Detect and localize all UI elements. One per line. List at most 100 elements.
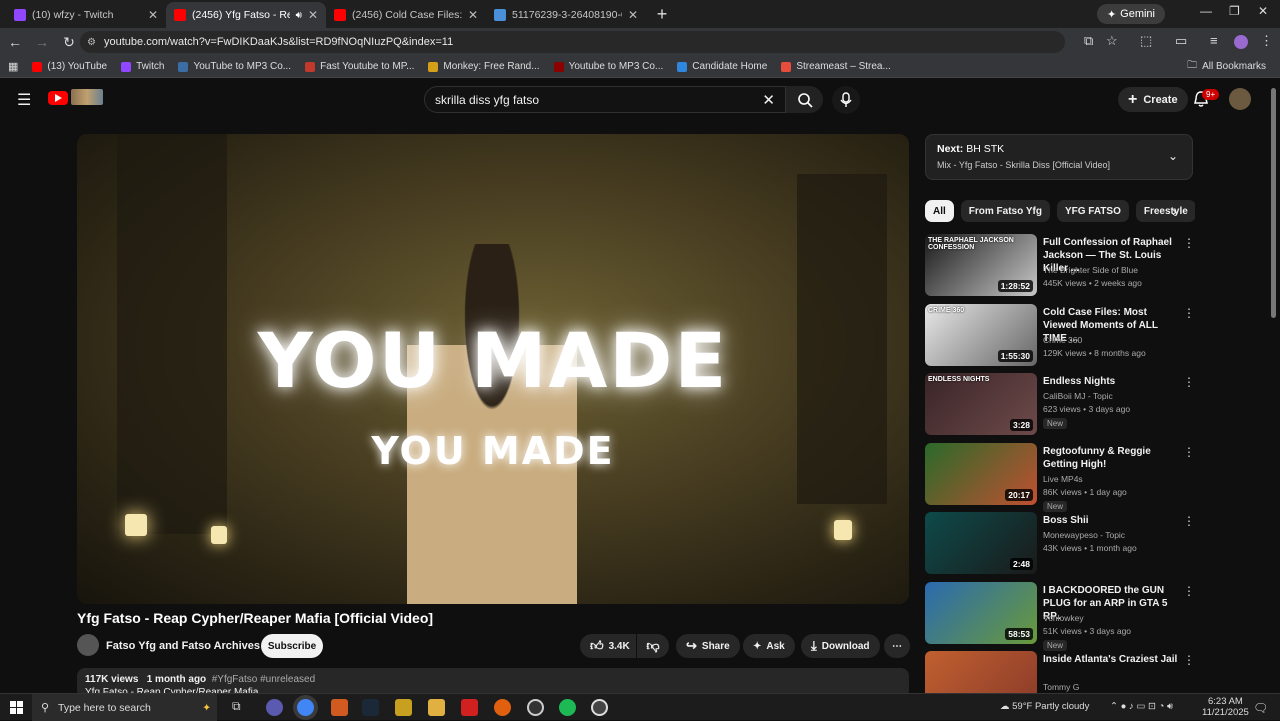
filter-chip[interactable]: All <box>925 200 954 222</box>
apps-grid-icon[interactable]: ▦ <box>8 60 18 73</box>
url-field[interactable]: ⚙ youtube.com/watch?v=FwDIKDaaKJs&list=R… <box>80 31 1065 53</box>
bookmark-item[interactable]: Twitch <box>121 61 164 72</box>
gemini-button[interactable]: ✦ Gemini <box>1096 4 1165 24</box>
browser-tab[interactable]: 51176239-3-26408190-0.webp ✕ <box>486 2 646 28</box>
chevron-down-icon[interactable]: ⌄ <box>1168 149 1178 163</box>
more-options-kebab-icon[interactable]: ⋮ <box>1183 306 1195 320</box>
recommended-video[interactable]: THE RAPHAEL JACKSON CONFESSION 1:28:52 Ful… <box>925 234 1195 298</box>
video-thumbnail[interactable]: THE RAPHAEL JACKSON CONFESSION 1:28:52 <box>925 234 1037 296</box>
tab-close-icon[interactable]: ✕ <box>308 8 318 22</box>
recommended-channel[interactable]: Vonlowkey <box>1043 613 1084 623</box>
spotify-taskbar-icon[interactable] <box>559 699 576 716</box>
clear-search-icon[interactable]: ✕ <box>762 91 775 109</box>
bookmark-item[interactable]: Streameast – Strea... <box>781 61 891 72</box>
extensions-icon[interactable]: ⬚ <box>1140 33 1152 49</box>
browser-tab[interactable]: (2456) Yfg Fatso - Reap Cyp 🔊︎ ✕ <box>166 2 326 28</box>
recommended-channel[interactable]: Crime 360 <box>1043 335 1082 345</box>
more-options-kebab-icon[interactable]: ⋮ <box>1183 236 1195 250</box>
minimize-button[interactable]: — <box>1200 4 1212 18</box>
more-options-kebab-icon[interactable]: ⋮ <box>1183 653 1195 667</box>
browser-tab[interactable]: (10) wfzy - Twitch ✕ <box>6 2 166 28</box>
create-button[interactable]: + Create <box>1118 87 1188 112</box>
profile-avatar[interactable] <box>1234 35 1248 49</box>
dislike-button[interactable]: 👎︎ <box>637 634 669 658</box>
tab-close-icon[interactable]: ✕ <box>468 8 478 22</box>
tab-close-icon[interactable]: ✕ <box>628 8 638 22</box>
app-taskbar-icon-4[interactable] <box>494 699 511 716</box>
bookmark-item[interactable]: Youtube to MP3 Co... <box>553 61 663 72</box>
download-button[interactable]: ⤓ Download <box>801 634 880 658</box>
taskbar-search-box[interactable]: ⚲ Type here to search ✦ <box>32 694 217 721</box>
reload-icon[interactable]: ↻ <box>57 30 81 54</box>
channel-avatar[interactable] <box>77 634 99 656</box>
filter-chip[interactable]: Freestyle <box>1135 200 1195 222</box>
recommended-video[interactable]: 20:17 Regtoofunny & Reggie Getting High! L… <box>925 442 1195 512</box>
install-icon[interactable]: ⧉ <box>1084 33 1093 49</box>
voice-search-button[interactable] <box>832 86 860 114</box>
discord-taskbar-icon[interactable] <box>266 699 283 716</box>
recommended-title[interactable]: Regtoofunny & Reggie Getting High! <box>1043 445 1179 471</box>
hashtags[interactable]: #YfgFatso #unreleased <box>212 674 315 685</box>
menu-kebab-icon[interactable]: ⋮ <box>1260 33 1273 49</box>
system-tray-icons[interactable]: ⌃ ● ♪ ▭ ⊡ ◔ 🔊︎ <box>1110 701 1173 712</box>
chrome-taskbar-icon[interactable] <box>297 699 314 716</box>
recommended-title[interactable]: Endless Nights <box>1043 375 1179 388</box>
account-avatar[interactable] <box>1229 88 1251 110</box>
recommended-channel[interactable]: The Brighter Side of Blue <box>1043 265 1138 275</box>
bookmark-item[interactable]: Candidate Home <box>677 61 767 72</box>
bookmark-star-icon[interactable]: ☆ <box>1106 33 1118 49</box>
steam-taskbar-icon[interactable] <box>362 699 379 716</box>
recommended-channel[interactable]: CaliBoii MJ - Topic <box>1043 391 1113 401</box>
media-player-taskbar-icon[interactable] <box>591 699 608 716</box>
notifications-icon[interactable]: 🗨︎ <box>1253 701 1268 715</box>
windows-start-icon[interactable] <box>10 701 23 714</box>
search-input[interactable]: skrilla diss yfg fatso ✕ <box>424 86 786 113</box>
recommended-channel[interactable]: Tommy G <box>1043 682 1079 692</box>
app-taskbar-icon[interactable] <box>331 699 348 716</box>
more-options-kebab-icon[interactable]: ⋮ <box>1183 514 1195 528</box>
video-thumbnail[interactable]: ENDLESS NIGHTS 3:28 <box>925 373 1037 435</box>
video-thumbnail[interactable]: CRIME 360 1:55:30 <box>925 303 1037 366</box>
hamburger-menu-icon[interactable]: ☰ <box>17 90 31 110</box>
ask-button[interactable]: ✦ Ask <box>743 634 795 658</box>
next-up-panel[interactable]: Next: BH STK Mix - Yfg Fatso - Skrilla D… <box>925 134 1193 180</box>
more-actions-button[interactable]: ⋯ <box>884 634 910 658</box>
video-thumbnail[interactable]: 58:53 <box>925 581 1037 644</box>
page-scrollbar[interactable] <box>1271 88 1276 318</box>
more-options-kebab-icon[interactable]: ⋮ <box>1183 375 1195 389</box>
bookmark-item[interactable]: Fast Youtube to MP... <box>305 61 414 72</box>
bookmark-item[interactable]: Monkey: Free Rand... <box>428 61 540 72</box>
chips-next-arrow-icon[interactable]: › <box>1172 203 1177 219</box>
app-taskbar-icon-2[interactable] <box>395 699 412 716</box>
close-window-button[interactable]: ✕ <box>1258 4 1268 18</box>
like-button[interactable]: 👍︎ 3.4K <box>580 634 636 658</box>
video-player[interactable]: YOU MADE YOU MADE <box>77 134 909 604</box>
back-icon[interactable]: ← <box>3 30 27 54</box>
video-thumbnail[interactable]: 20:17 <box>925 442 1037 505</box>
channel-name[interactable]: Fatso Yfg and Fatso Archives <box>106 640 260 652</box>
recommended-video[interactable]: 58:53 I BACKDOORED the GUN PLUG for an AR… <box>925 581 1195 651</box>
recommended-video[interactable]: CRIME 360 1:55:30 Cold Case Files: Most Vi… <box>925 303 1195 368</box>
recommended-video[interactable]: ENDLESS NIGHTS 3:28 Endless Nights CaliBoii… <box>925 373 1195 437</box>
weather-widget[interactable]: ☁ 59°F Partly cloudy <box>1000 701 1089 712</box>
all-bookmarks[interactable]: 🗀 All Bookmarks <box>1187 58 1266 75</box>
new-tab-button[interactable]: + <box>650 2 674 26</box>
recommended-title[interactable]: Inside Atlanta's Craziest Jail <box>1043 653 1179 666</box>
browser-tab[interactable]: (2456) Cold Case Files: 9-Year-O ✕ <box>326 2 486 28</box>
tab-close-icon[interactable]: ✕ <box>148 8 158 22</box>
speaker-icon[interactable]: 🔊︎ <box>296 10 302 21</box>
file-explorer-icon[interactable] <box>428 699 445 716</box>
bookmark-item[interactable]: (13) YouTube <box>32 61 107 72</box>
sidepanel-icon[interactable]: ▭ <box>1175 33 1187 49</box>
filter-chip[interactable]: From Fatso Yfg <box>960 200 1050 222</box>
more-options-kebab-icon[interactable]: ⋮ <box>1183 584 1195 598</box>
app-taskbar-icon-3[interactable] <box>461 699 478 716</box>
app-taskbar-icon-5[interactable] <box>527 699 544 716</box>
media-icon[interactable]: ≡ <box>1210 33 1218 48</box>
share-button[interactable]: ↪ Share <box>676 634 740 658</box>
site-info-icon[interactable]: ⚙ <box>87 37 96 48</box>
more-options-kebab-icon[interactable]: ⋮ <box>1183 445 1195 459</box>
task-view-icon[interactable]: ⧉ <box>232 699 249 716</box>
recommended-title[interactable]: Boss Shii <box>1043 514 1179 527</box>
forward-icon[interactable]: → <box>30 30 54 54</box>
